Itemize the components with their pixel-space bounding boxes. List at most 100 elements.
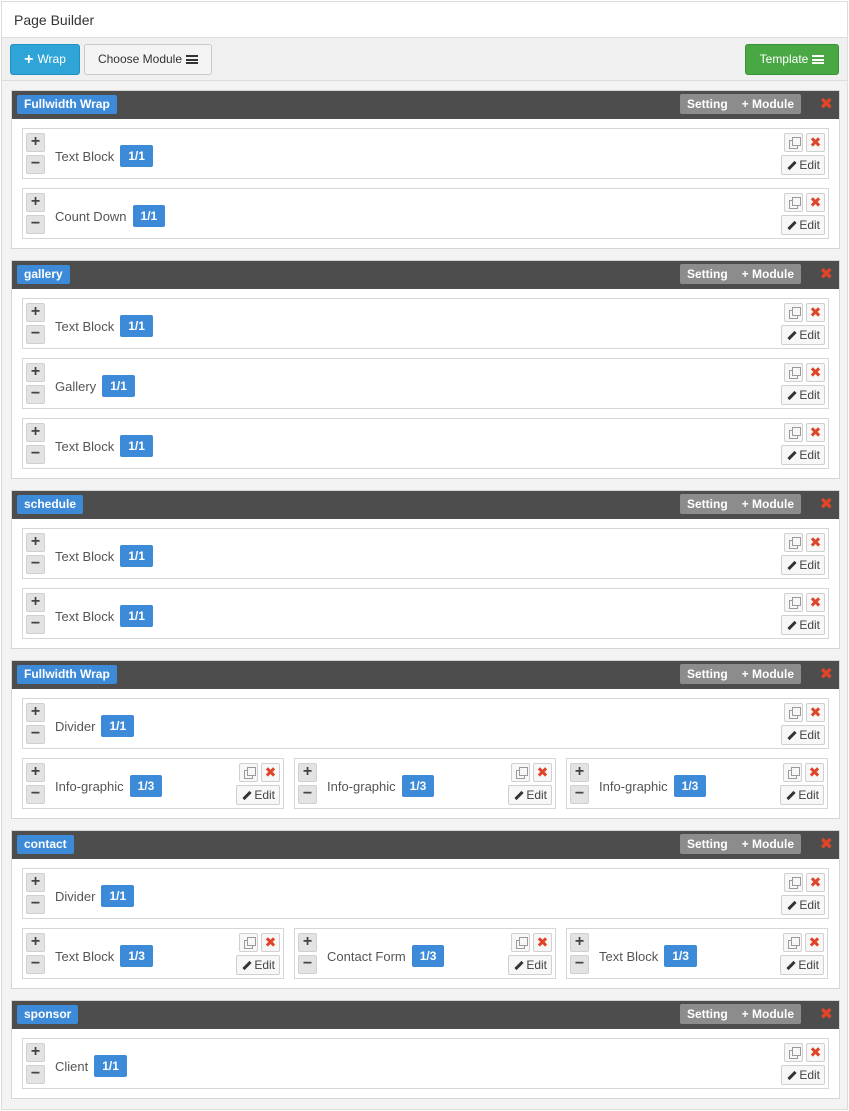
copy-icon[interactable]	[784, 423, 803, 442]
edit-button[interactable]: Edit	[781, 155, 825, 175]
delete-icon[interactable]: ✖	[806, 363, 825, 382]
delete-icon[interactable]: ✖	[806, 873, 825, 892]
module-row[interactable]: + − Text Block 1/1 ✖ Edit	[22, 418, 829, 469]
template-button[interactable]: Template	[745, 44, 839, 75]
module-row[interactable]: + − Text Block 1/1 ✖ Edit	[22, 588, 829, 639]
increase-size-button[interactable]: +	[26, 133, 45, 152]
decrease-size-button[interactable]: −	[26, 725, 45, 744]
edit-button[interactable]: Edit	[781, 385, 825, 405]
module-row[interactable]: + − Divider 1/1 ✖ Edit	[22, 698, 829, 749]
copy-icon[interactable]	[783, 933, 802, 952]
increase-size-button[interactable]: +	[26, 363, 45, 382]
delete-wrap-icon[interactable]: ✖	[820, 666, 833, 684]
increase-size-button[interactable]: +	[26, 703, 45, 722]
increase-size-button[interactable]: +	[26, 303, 45, 322]
decrease-size-button[interactable]: −	[26, 155, 45, 174]
edit-button[interactable]: Edit	[781, 325, 825, 345]
increase-size-button[interactable]: +	[570, 933, 589, 952]
decrease-size-button[interactable]: −	[26, 325, 45, 344]
decrease-size-button[interactable]: −	[26, 955, 45, 974]
increase-size-button[interactable]: +	[26, 933, 45, 952]
increase-size-button[interactable]: +	[26, 1043, 45, 1062]
edit-button[interactable]: Edit	[781, 555, 825, 575]
decrease-size-button[interactable]: −	[26, 215, 45, 234]
wrap-name[interactable]: contact	[17, 835, 74, 854]
choose-module-button[interactable]: Choose Module	[84, 44, 212, 75]
copy-icon[interactable]	[784, 363, 803, 382]
delete-icon[interactable]: ✖	[805, 763, 824, 782]
module-row[interactable]: + − Text Block 1/3 ✖ Edit	[22, 928, 284, 979]
module-row[interactable]: + − Client 1/1 ✖ Edit	[22, 1038, 829, 1089]
wrap-setting-button[interactable]: Setting	[680, 1004, 735, 1024]
increase-size-button[interactable]: +	[298, 763, 317, 782]
wrap-setting-button[interactable]: Setting	[680, 664, 735, 684]
increase-size-button[interactable]: +	[26, 193, 45, 212]
module-row[interactable]: + − Gallery 1/1 ✖ Edit	[22, 358, 829, 409]
module-row[interactable]: + − Count Down 1/1 ✖ Edit	[22, 188, 829, 239]
wrap-name[interactable]: gallery	[17, 265, 70, 284]
delete-wrap-icon[interactable]: ✖	[820, 266, 833, 284]
edit-button[interactable]: Edit	[236, 785, 280, 805]
delete-icon[interactable]: ✖	[806, 533, 825, 552]
add-module-button[interactable]: + Module	[735, 664, 801, 684]
delete-wrap-icon[interactable]: ✖	[820, 836, 833, 854]
decrease-size-button[interactable]: −	[26, 785, 45, 804]
decrease-size-button[interactable]: −	[26, 555, 45, 574]
copy-icon[interactable]	[784, 303, 803, 322]
copy-icon[interactable]	[784, 873, 803, 892]
module-row[interactable]: + − Contact Form 1/3 ✖ Edit	[294, 928, 556, 979]
copy-icon[interactable]	[783, 763, 802, 782]
module-row[interactable]: + − Info-graphic 1/3 ✖ Edit	[22, 758, 284, 809]
edit-button[interactable]: Edit	[780, 955, 824, 975]
copy-icon[interactable]	[784, 533, 803, 552]
edit-button[interactable]: Edit	[781, 725, 825, 745]
delete-icon[interactable]: ✖	[261, 763, 280, 782]
copy-icon[interactable]	[239, 763, 258, 782]
edit-button[interactable]: Edit	[780, 785, 824, 805]
add-module-button[interactable]: + Module	[735, 494, 801, 514]
increase-size-button[interactable]: +	[26, 763, 45, 782]
copy-icon[interactable]	[511, 763, 530, 782]
wrap-name[interactable]: schedule	[17, 495, 84, 514]
decrease-size-button[interactable]: −	[26, 385, 45, 404]
wrap-setting-button[interactable]: Setting	[680, 94, 735, 114]
delete-icon[interactable]: ✖	[806, 133, 825, 152]
module-row[interactable]: + − Text Block 1/1 ✖ Edit	[22, 298, 829, 349]
copy-icon[interactable]	[784, 193, 803, 212]
add-wrap-button[interactable]: + Wrap	[10, 44, 80, 75]
increase-size-button[interactable]: +	[570, 763, 589, 782]
decrease-size-button[interactable]: −	[26, 1065, 45, 1084]
wrap-name[interactable]: sponsor	[17, 1005, 79, 1024]
module-row[interactable]: + − Text Block 1/1 ✖ Edit	[22, 128, 829, 179]
add-module-button[interactable]: + Module	[735, 834, 801, 854]
edit-button[interactable]: Edit	[508, 785, 552, 805]
increase-size-button[interactable]: +	[26, 593, 45, 612]
copy-icon[interactable]	[784, 1043, 803, 1062]
increase-size-button[interactable]: +	[26, 873, 45, 892]
increase-size-button[interactable]: +	[26, 533, 45, 552]
add-module-button[interactable]: + Module	[735, 264, 801, 284]
increase-size-button[interactable]: +	[298, 933, 317, 952]
delete-icon[interactable]: ✖	[806, 1043, 825, 1062]
increase-size-button[interactable]: +	[26, 423, 45, 442]
edit-button[interactable]: Edit	[508, 955, 552, 975]
wrap-name[interactable]: Fullwidth Wrap	[17, 95, 117, 114]
decrease-size-button[interactable]: −	[570, 955, 589, 974]
edit-button[interactable]: Edit	[781, 215, 825, 235]
delete-icon[interactable]: ✖	[806, 423, 825, 442]
copy-icon[interactable]	[511, 933, 530, 952]
decrease-size-button[interactable]: −	[26, 615, 45, 634]
edit-button[interactable]: Edit	[781, 615, 825, 635]
edit-button[interactable]: Edit	[781, 445, 825, 465]
delete-icon[interactable]: ✖	[806, 303, 825, 322]
delete-icon[interactable]: ✖	[261, 933, 280, 952]
copy-icon[interactable]	[784, 703, 803, 722]
decrease-size-button[interactable]: −	[26, 895, 45, 914]
edit-button[interactable]: Edit	[236, 955, 280, 975]
decrease-size-button[interactable]: −	[298, 785, 317, 804]
decrease-size-button[interactable]: −	[26, 445, 45, 464]
wrap-setting-button[interactable]: Setting	[680, 494, 735, 514]
add-module-button[interactable]: + Module	[735, 94, 801, 114]
wrap-name[interactable]: Fullwidth Wrap	[17, 665, 117, 684]
delete-icon[interactable]: ✖	[805, 933, 824, 952]
